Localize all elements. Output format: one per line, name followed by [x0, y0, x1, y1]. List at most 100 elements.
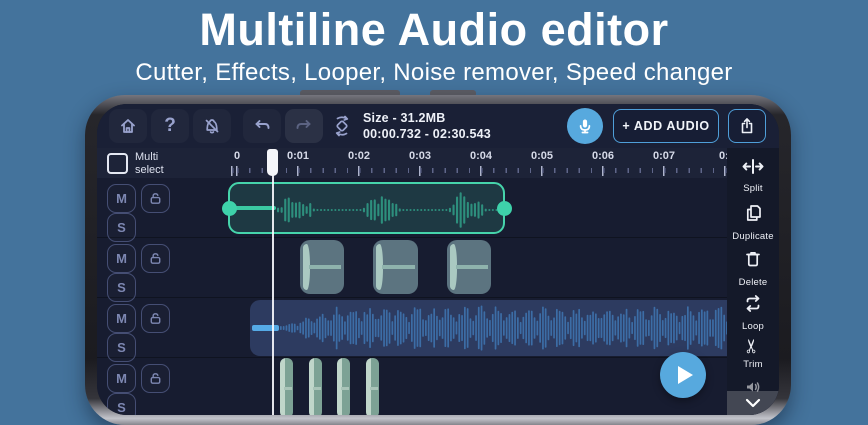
redo-icon: [296, 120, 311, 129]
microphone-icon: [579, 119, 591, 134]
clip-centerline: [370, 386, 378, 390]
audio-clip-track3[interactable]: [250, 300, 745, 356]
track-separator: [97, 297, 779, 298]
clip-right-trim-handle[interactable]: [496, 200, 512, 216]
audio-clip-track2-1[interactable]: [300, 240, 344, 294]
trim-icon: ✂: [741, 338, 763, 354]
trim-label: Trim: [743, 359, 763, 370]
panel-scroll-more[interactable]: [727, 391, 779, 415]
audio-clip-track1-selected[interactable]: [221, 182, 512, 234]
lock-icon: [150, 373, 161, 384]
track2-solo-button[interactable]: S: [107, 273, 136, 302]
timeline-ruler[interactable]: Multi select 0 0:01 0:02 0:03 0:04 0:05 …: [97, 148, 779, 179]
notifications-off-icon: [205, 119, 219, 134]
clip-lead-line: [233, 205, 276, 211]
playhead[interactable]: [267, 149, 278, 176]
audio-clip-track4-3[interactable]: [337, 358, 350, 415]
track3-solo-button[interactable]: S: [107, 333, 136, 362]
audio-clip-track4-4[interactable]: [366, 358, 379, 415]
ruler-label-1: 0:01: [286, 150, 310, 162]
undo-icon: [255, 120, 270, 129]
share-icon: [741, 118, 753, 134]
page-subtitle: Cutter, Effects, Looper, Noise remover, …: [135, 59, 733, 86]
clip-centerline: [313, 386, 321, 390]
loop-button[interactable]: Loop: [727, 294, 779, 332]
page-title: Multiline Audio editor: [199, 4, 669, 55]
ruler-label-4: 0:04: [469, 150, 493, 162]
help-button[interactable]: ?: [151, 109, 189, 143]
loop-icon: [746, 295, 760, 312]
lock-icon: [150, 253, 161, 264]
home-button[interactable]: [109, 109, 147, 143]
track4-mute-button[interactable]: M: [107, 364, 136, 393]
playhead-line: [272, 150, 274, 415]
rotate-screen-icon: [335, 115, 349, 137]
delete-button[interactable]: Delete: [727, 249, 779, 288]
audio-clip-track4-1[interactable]: [280, 358, 293, 415]
undo-button[interactable]: [243, 109, 281, 143]
clip-lead-line: [252, 325, 279, 331]
notifications-off-button[interactable]: [193, 109, 231, 143]
solo-label: S: [117, 400, 126, 415]
track3-mute-button[interactable]: M: [107, 304, 136, 333]
track1-lock-button[interactable]: [141, 184, 170, 213]
duplicate-button[interactable]: Duplicate: [727, 203, 779, 242]
solo-label: S: [117, 340, 126, 355]
audio-clip-track2-3[interactable]: [447, 240, 491, 294]
waveform-track1: [277, 192, 498, 228]
trim-button[interactable]: ✂ Trim: [727, 336, 779, 370]
lock-icon: [150, 313, 161, 324]
ruler-label-2: 0:02: [347, 150, 371, 162]
solo-label: S: [117, 220, 126, 235]
solo-label: S: [117, 280, 126, 295]
hero-banner: Multiline Audio editor Cutter, Effects, …: [0, 0, 868, 87]
ruler-label-3: 0:03: [408, 150, 432, 162]
audio-clip-track2-2[interactable]: [373, 240, 418, 294]
split-label: Split: [743, 183, 763, 194]
duplicate-icon: [746, 205, 761, 221]
ruler-label-7: 0:07: [652, 150, 676, 162]
mute-label: M: [116, 191, 127, 206]
app-screen: ? Size - 31.2MB 00:00.732 - 02:30.543 + …: [97, 104, 779, 415]
play-button[interactable]: [660, 352, 706, 398]
help-icon: ?: [164, 115, 176, 136]
audio-clip-track4-2[interactable]: [309, 358, 322, 415]
clip-centerline: [341, 386, 349, 390]
track-separator: [97, 237, 779, 238]
clip-actions-panel: Split Duplicate Delete Loop ✂ Trim: [727, 148, 779, 415]
track3-lock-button[interactable]: [141, 304, 170, 333]
ruler-label-5: 0:05: [530, 150, 554, 162]
rotate-screen-button[interactable]: [323, 109, 361, 143]
clip-centerline: [456, 265, 488, 269]
export-button[interactable]: [728, 109, 766, 143]
split-button[interactable]: Split: [727, 158, 779, 194]
ruler-label-0: 0: [233, 150, 241, 162]
add-audio-button[interactable]: + ADD AUDIO: [613, 109, 719, 143]
lock-icon: [150, 193, 161, 204]
delete-label: Delete: [738, 277, 768, 288]
multi-select-checkbox[interactable]: [107, 153, 128, 174]
clip-centerline: [284, 386, 292, 390]
phone-frame: ? Size - 31.2MB 00:00.732 - 02:30.543 + …: [85, 95, 791, 425]
project-time-range: 00:00.732 - 02:30.543: [363, 127, 491, 141]
track1-solo-button[interactable]: S: [107, 213, 136, 242]
track1-mute-button[interactable]: M: [107, 184, 136, 213]
multi-select-label: Multi select: [135, 151, 164, 176]
add-audio-label: + ADD AUDIO: [622, 119, 710, 133]
duplicate-label: Duplicate: [732, 231, 774, 242]
home-icon: [121, 119, 135, 133]
track4-solo-button[interactable]: S: [107, 393, 136, 415]
delete-icon: [746, 251, 760, 267]
mute-label: M: [116, 311, 127, 326]
split-icon: [742, 159, 764, 174]
track2-mute-button[interactable]: M: [107, 244, 136, 273]
mute-label: M: [116, 371, 127, 386]
waveform-track3: [280, 305, 739, 351]
redo-button[interactable]: [285, 109, 323, 143]
top-toolbar: ? Size - 31.2MB 00:00.732 - 02:30.543 + …: [97, 104, 779, 149]
ruler-minor-ticks: [225, 168, 779, 173]
record-button[interactable]: [567, 108, 603, 144]
track4-lock-button[interactable]: [141, 364, 170, 393]
track2-lock-button[interactable]: [141, 244, 170, 273]
clip-left-trim-handle[interactable]: [221, 200, 237, 216]
